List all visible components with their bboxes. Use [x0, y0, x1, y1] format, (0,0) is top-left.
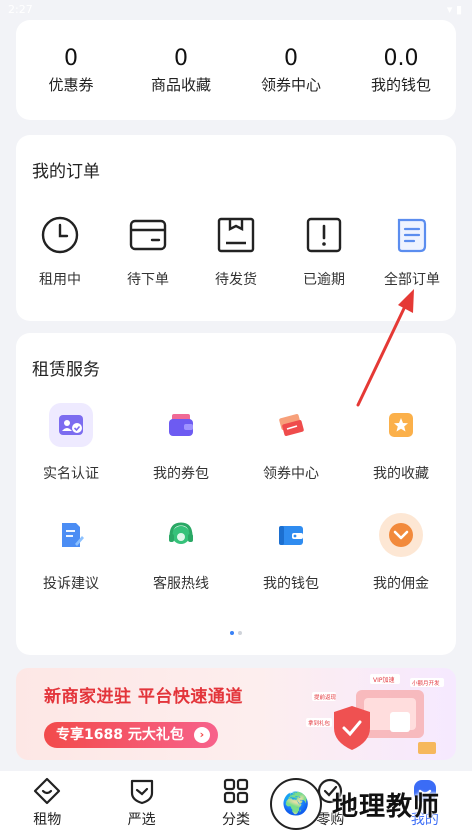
stat-coupon-center[interactable]: 0 领券中心 — [236, 20, 346, 120]
tab-label: 严选 — [127, 812, 156, 828]
document-icon — [397, 218, 427, 253]
service-coupon-pack[interactable]: 我的券包 — [126, 403, 236, 483]
status-time: 2:27 — [8, 3, 33, 16]
order-all[interactable]: 全部订单 — [368, 215, 456, 289]
order-label: 已逾期 — [303, 272, 345, 288]
order-label: 待发货 — [215, 272, 257, 288]
banner-title: 新商家进驻 平台快速通道 — [44, 687, 243, 707]
service-label: 领券中心 — [263, 466, 319, 482]
stat-value: 0 — [64, 45, 78, 71]
status-bar: 2:27 ▾ ▮ — [0, 0, 472, 18]
star-icon — [379, 403, 423, 447]
stats-card: 0 优惠券 0 商品收藏 0 领券中心 0.0 我的钱包 — [16, 20, 456, 120]
service-hotline[interactable]: 客服热线 — [126, 513, 236, 593]
service-label: 我的券包 — [153, 466, 209, 482]
orders-title: 我的订单 — [32, 162, 100, 182]
service-complaint[interactable]: 投诉建议 — [16, 513, 126, 593]
tab-label: 分类 — [222, 812, 251, 828]
service-label: 我的佣金 — [373, 576, 429, 592]
stat-favorites[interactable]: 0 商品收藏 — [126, 20, 236, 120]
service-label: 实名认证 — [43, 466, 99, 482]
box-icon — [217, 217, 255, 253]
service-coupon-center[interactable]: 领券中心 — [236, 403, 346, 483]
gift-pack-button[interactable]: 专享1688 元大礼包 › — [44, 722, 218, 748]
stat-value: 0 — [174, 45, 188, 71]
stat-coupons[interactable]: 0 优惠券 — [16, 20, 126, 120]
alert-icon — [306, 217, 342, 253]
commission-icon — [379, 513, 423, 557]
id-card-icon — [49, 403, 93, 447]
stat-label: 优惠券 — [48, 75, 94, 94]
shield-check-icon — [130, 779, 153, 805]
stat-value: 0 — [284, 45, 298, 71]
banner-tag: 拿到礼包 — [308, 719, 331, 727]
service-commission[interactable]: 我的佣金 — [346, 513, 456, 593]
order-status-row: 租用中 待下单 待发货 已逾期 全部订单 — [16, 215, 456, 289]
tab-lease[interactable]: 租物 — [0, 771, 94, 839]
signal-battery-icon: ▾ ▮ — [446, 3, 462, 16]
orders-card: 我的订单 租用中 待下单 待发货 已逾期 全部订单 — [16, 135, 456, 321]
service-card: 租赁服务 实名认证 我的券包 领券中心 我的收藏 投诉建议 客服热线 我的钱包 … — [16, 333, 456, 655]
service-label: 客服热线 — [153, 576, 209, 592]
service-label: 我的收藏 — [373, 466, 429, 482]
banner-tag: 小额月开发 — [412, 679, 440, 687]
order-label: 全部订单 — [384, 272, 440, 288]
order-label: 待下单 — [127, 272, 169, 288]
page-indicator — [16, 631, 456, 635]
service-title: 租赁服务 — [32, 360, 100, 380]
wallet-blue-icon — [269, 513, 313, 557]
order-pending[interactable]: 待下单 — [104, 215, 192, 289]
order-label: 租用中 — [39, 272, 81, 288]
gift-pack-label: 专享1688 元大礼包 — [56, 727, 184, 743]
order-renting[interactable]: 租用中 — [16, 215, 104, 289]
page-dot-active — [230, 631, 234, 635]
stat-label: 领券中心 — [260, 75, 321, 94]
clock-icon — [41, 216, 79, 254]
stat-label: 商品收藏 — [150, 75, 211, 94]
service-wallet[interactable]: 我的钱包 — [236, 513, 346, 593]
lease-icon — [34, 777, 61, 805]
service-label: 投诉建议 — [43, 576, 99, 592]
headset-icon — [159, 513, 203, 557]
service-real-name[interactable]: 实名认证 — [16, 403, 126, 483]
order-to-ship[interactable]: 待发货 — [192, 215, 280, 289]
service-favorites[interactable]: 我的收藏 — [346, 403, 456, 483]
watermark-text: 地理教师 — [332, 792, 441, 822]
order-overdue[interactable]: 已逾期 — [280, 215, 368, 289]
tab-label: 租物 — [33, 812, 62, 828]
wallet-icon — [159, 403, 203, 447]
card-icon — [129, 219, 167, 251]
grid-icon — [223, 778, 249, 804]
coupon-icon — [269, 403, 313, 447]
stat-label: 我的钱包 — [370, 75, 431, 94]
tab-select[interactable]: 严选 — [94, 771, 188, 839]
service-label: 我的钱包 — [263, 576, 319, 592]
edit-document-icon — [49, 513, 93, 557]
globe-icon: 🌍 — [270, 778, 322, 830]
stat-wallet[interactable]: 0.0 我的钱包 — [346, 20, 456, 120]
page-dot — [238, 631, 242, 635]
banner-tag: 提前返现 — [314, 693, 337, 701]
banner-illustration: VIP加速 提前返现 小额月开发 拿到礼包 — [306, 674, 444, 754]
banner-tag: VIP加速 — [373, 676, 395, 684]
service-grid: 实名认证 我的券包 领券中心 我的收藏 投诉建议 客服热线 我的钱包 我的佣金 — [16, 403, 456, 593]
merchant-banner[interactable]: 新商家进驻 平台快速通道 专享1688 元大礼包 › VIP加速 提前返现 小额… — [16, 668, 456, 760]
watermark: 🌍 地理教师 — [268, 776, 472, 834]
stat-value: 0.0 — [383, 45, 419, 71]
chevron-right-icon: › — [193, 727, 210, 743]
